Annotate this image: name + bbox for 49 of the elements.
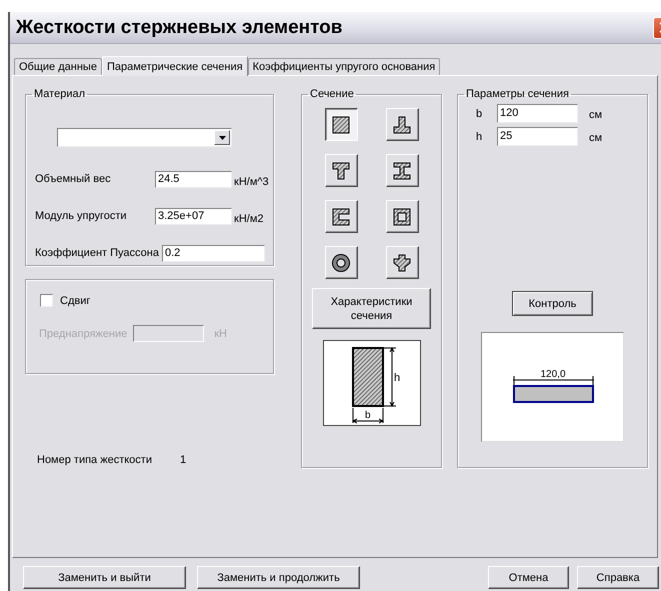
section-shape-button[interactable] [324,108,358,141]
section-properties-button[interactable]: Характеристики сечения [312,288,431,329]
field-label: Коэффициент Пуассона [35,246,160,259]
material-dropdown[interactable] [57,128,232,147]
input-field[interactable]: 3.25e+07 [155,208,232,225]
dialog-button[interactable]: Справка [577,566,659,589]
input-field[interactable]: 0.2 [162,245,265,262]
cross-section-icon [392,252,412,272]
i-beam-section-icon [392,160,412,180]
field-label: Модуль упругости [35,209,128,222]
ring-section-icon [331,252,351,272]
checkbox[interactable] [40,294,53,307]
field-label: Преднапряжение [39,328,128,340]
input-field[interactable]: 24.5 [155,171,232,188]
tab[interactable]: Параметрические сечения [102,56,248,76]
unit-label: кН/м^3 [233,175,269,188]
checkbox-label: Сдвиг [60,294,90,306]
tab[interactable]: Общие данные [14,58,102,75]
field-label: b [476,108,484,120]
check-button[interactable]: Контроль [512,291,593,316]
group-title: Параметры сечения [465,88,570,100]
window-title: Жесткости стержневых элементов [16,16,342,38]
unit-label: см [588,108,602,121]
tee-section-icon [331,160,351,180]
dropdown-arrow-icon [218,136,226,140]
box-section-icon [392,206,412,226]
dimension-label: 120,0 [540,369,566,380]
channel-section-icon [331,206,351,226]
rectangle-section-icon [331,114,351,134]
tab[interactable]: Коэффициенты упругого основания [248,58,440,75]
dialog-button[interactable]: Заменить и выйти [23,566,186,589]
dialog-button[interactable]: Отмена [488,566,569,589]
group-title: Материал [33,88,86,100]
field-label: h [476,130,484,142]
group-title: Сечение [309,88,355,100]
inverted-tee-section-icon [392,114,412,134]
stiffness-type-value: 1 [180,454,186,466]
unit-label: см [588,131,602,144]
dimension-label: b [364,410,370,421]
dimension-label: h [394,372,400,384]
unit-label: кН/м2 [233,212,264,225]
field-label: Объемный вес [35,172,112,185]
input-field[interactable]: 25 [497,127,578,146]
rectangle-section-drawing [352,347,384,407]
dialog-button[interactable]: Заменить и продолжить [197,566,360,589]
field-label: Номер типа жесткости [37,454,152,466]
input-field[interactable]: 120 [497,104,578,123]
input-field[interactable] [133,325,204,342]
unit-label: кН [214,328,227,340]
